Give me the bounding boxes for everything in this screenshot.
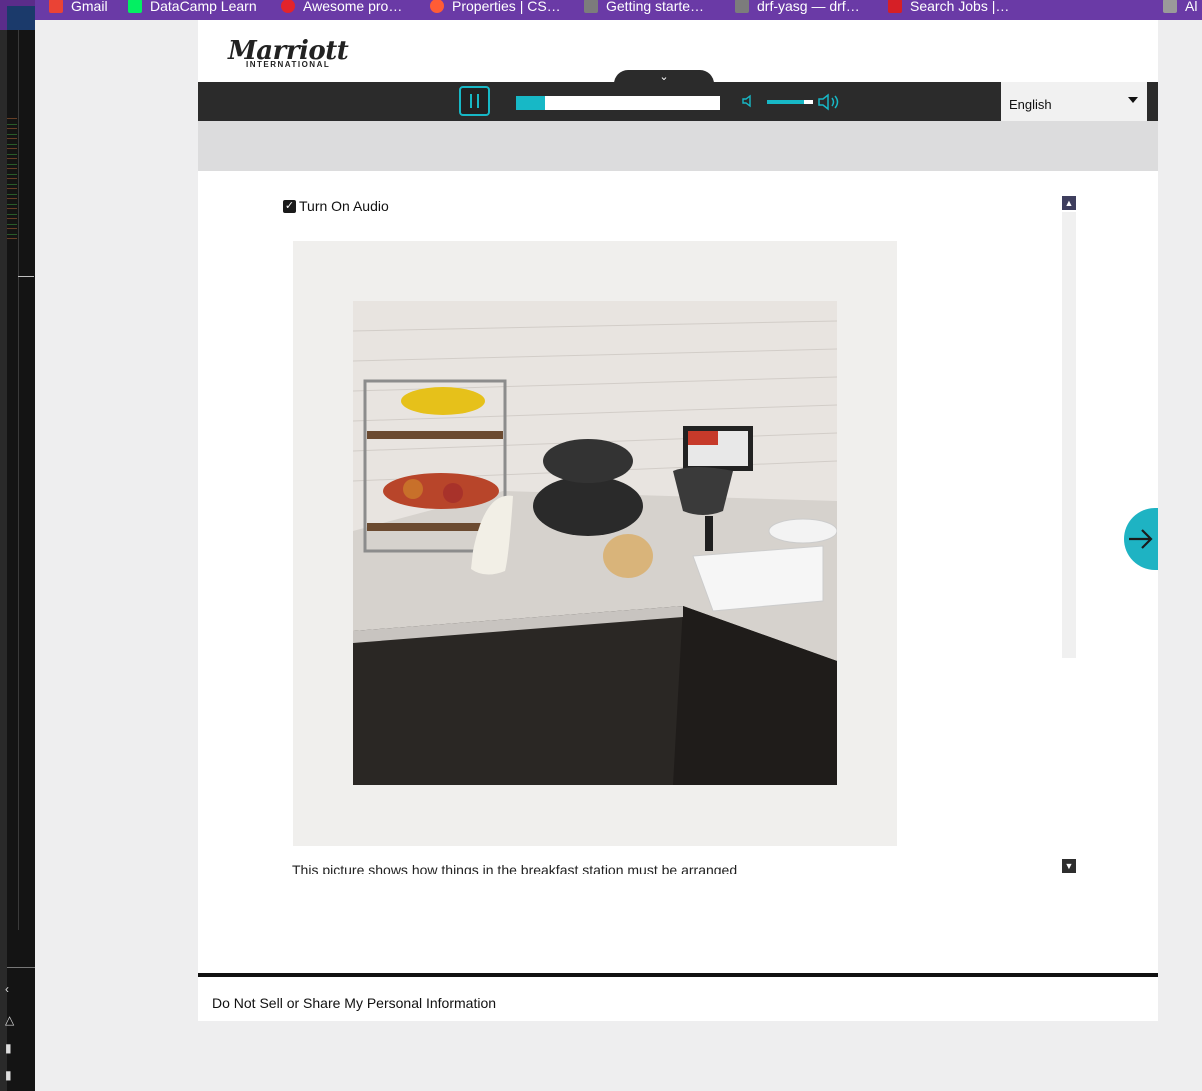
content-scrollbar[interactable]: ▲ ▼	[1061, 196, 1077, 873]
jobs-icon	[888, 0, 902, 13]
checkbox-checked-icon[interactable]: ✓	[283, 199, 296, 213]
pause-button[interactable]	[459, 86, 490, 116]
audio-toggle[interactable]: ✓ Turn On Audio	[283, 198, 389, 214]
audio-player: English	[198, 82, 1158, 121]
language-value: English	[1009, 97, 1052, 112]
volume-slider[interactable]	[767, 100, 813, 104]
arrow-right-icon	[1129, 529, 1153, 549]
volume-fill	[767, 100, 804, 104]
warning-icon: △	[5, 1013, 15, 1027]
language-select[interactable]: English	[1001, 82, 1147, 121]
title-band	[198, 121, 1158, 171]
bookmark-awesome[interactable]: Awesome pro…	[281, 0, 402, 16]
bell-icon: ▮	[5, 1041, 12, 1055]
background-ide-strip: ‹ △ ▮ ▮	[0, 0, 35, 1091]
image-frame	[293, 241, 897, 846]
next-button[interactable]	[1124, 508, 1158, 570]
audio-toggle-label: Turn On Audio	[299, 198, 389, 214]
datacamp-icon	[128, 0, 142, 13]
slide-content: ✓ Turn On Audio This picture shows how t…	[280, 196, 1060, 874]
scroll-down-icon[interactable]: ▼	[1062, 859, 1076, 873]
do-not-sell-link[interactable]: Do Not Sell or Share My Personal Informa…	[212, 995, 496, 1011]
folder-icon	[1163, 0, 1177, 13]
bookmark-folder[interactable]: Al	[1163, 0, 1197, 16]
bell-icon: ▮	[5, 1068, 12, 1082]
image-caption: This picture shows how things in the bre…	[292, 862, 738, 874]
doc-icon	[584, 0, 598, 13]
speaker-mute-icon[interactable]	[742, 94, 756, 111]
bookmark-drf-yasg[interactable]: drf-yasg — drf…	[735, 0, 860, 16]
bookmark-properties[interactable]: Properties | CS…	[430, 0, 561, 16]
doc-icon	[735, 0, 749, 13]
footer-divider	[198, 973, 1158, 977]
gmail-icon	[49, 0, 63, 13]
bookmark-gmail[interactable]: Gmail	[49, 0, 108, 16]
pause-icon	[470, 94, 472, 108]
speaker-loud-icon[interactable]	[818, 93, 842, 116]
asterisk-icon	[430, 0, 444, 13]
caret-down-icon	[1128, 97, 1138, 103]
bookmark-datacamp[interactable]: DataCamp Learn	[128, 0, 257, 16]
bookmark-getting-started[interactable]: Getting starte…	[584, 0, 704, 16]
progress-bar[interactable]	[516, 96, 720, 110]
breakfast-station-photo	[353, 301, 837, 785]
bookmarks-bar: Gmail DataCamp Learn Awesome pro… Proper…	[35, 0, 1202, 20]
scroll-thumb[interactable]	[1062, 212, 1076, 658]
progress-fill	[516, 96, 545, 110]
bookmark-search-jobs[interactable]: Search Jobs |…	[888, 0, 1009, 16]
chevron-left-icon: ‹	[5, 982, 9, 996]
scroll-up-icon[interactable]: ▲	[1062, 196, 1076, 210]
course-page: Marriott INTERNATIONAL ⌄ English ✓ Turn …	[198, 20, 1158, 1021]
logo-subtitle: INTERNATIONAL	[246, 60, 331, 69]
awesome-icon	[281, 0, 295, 13]
